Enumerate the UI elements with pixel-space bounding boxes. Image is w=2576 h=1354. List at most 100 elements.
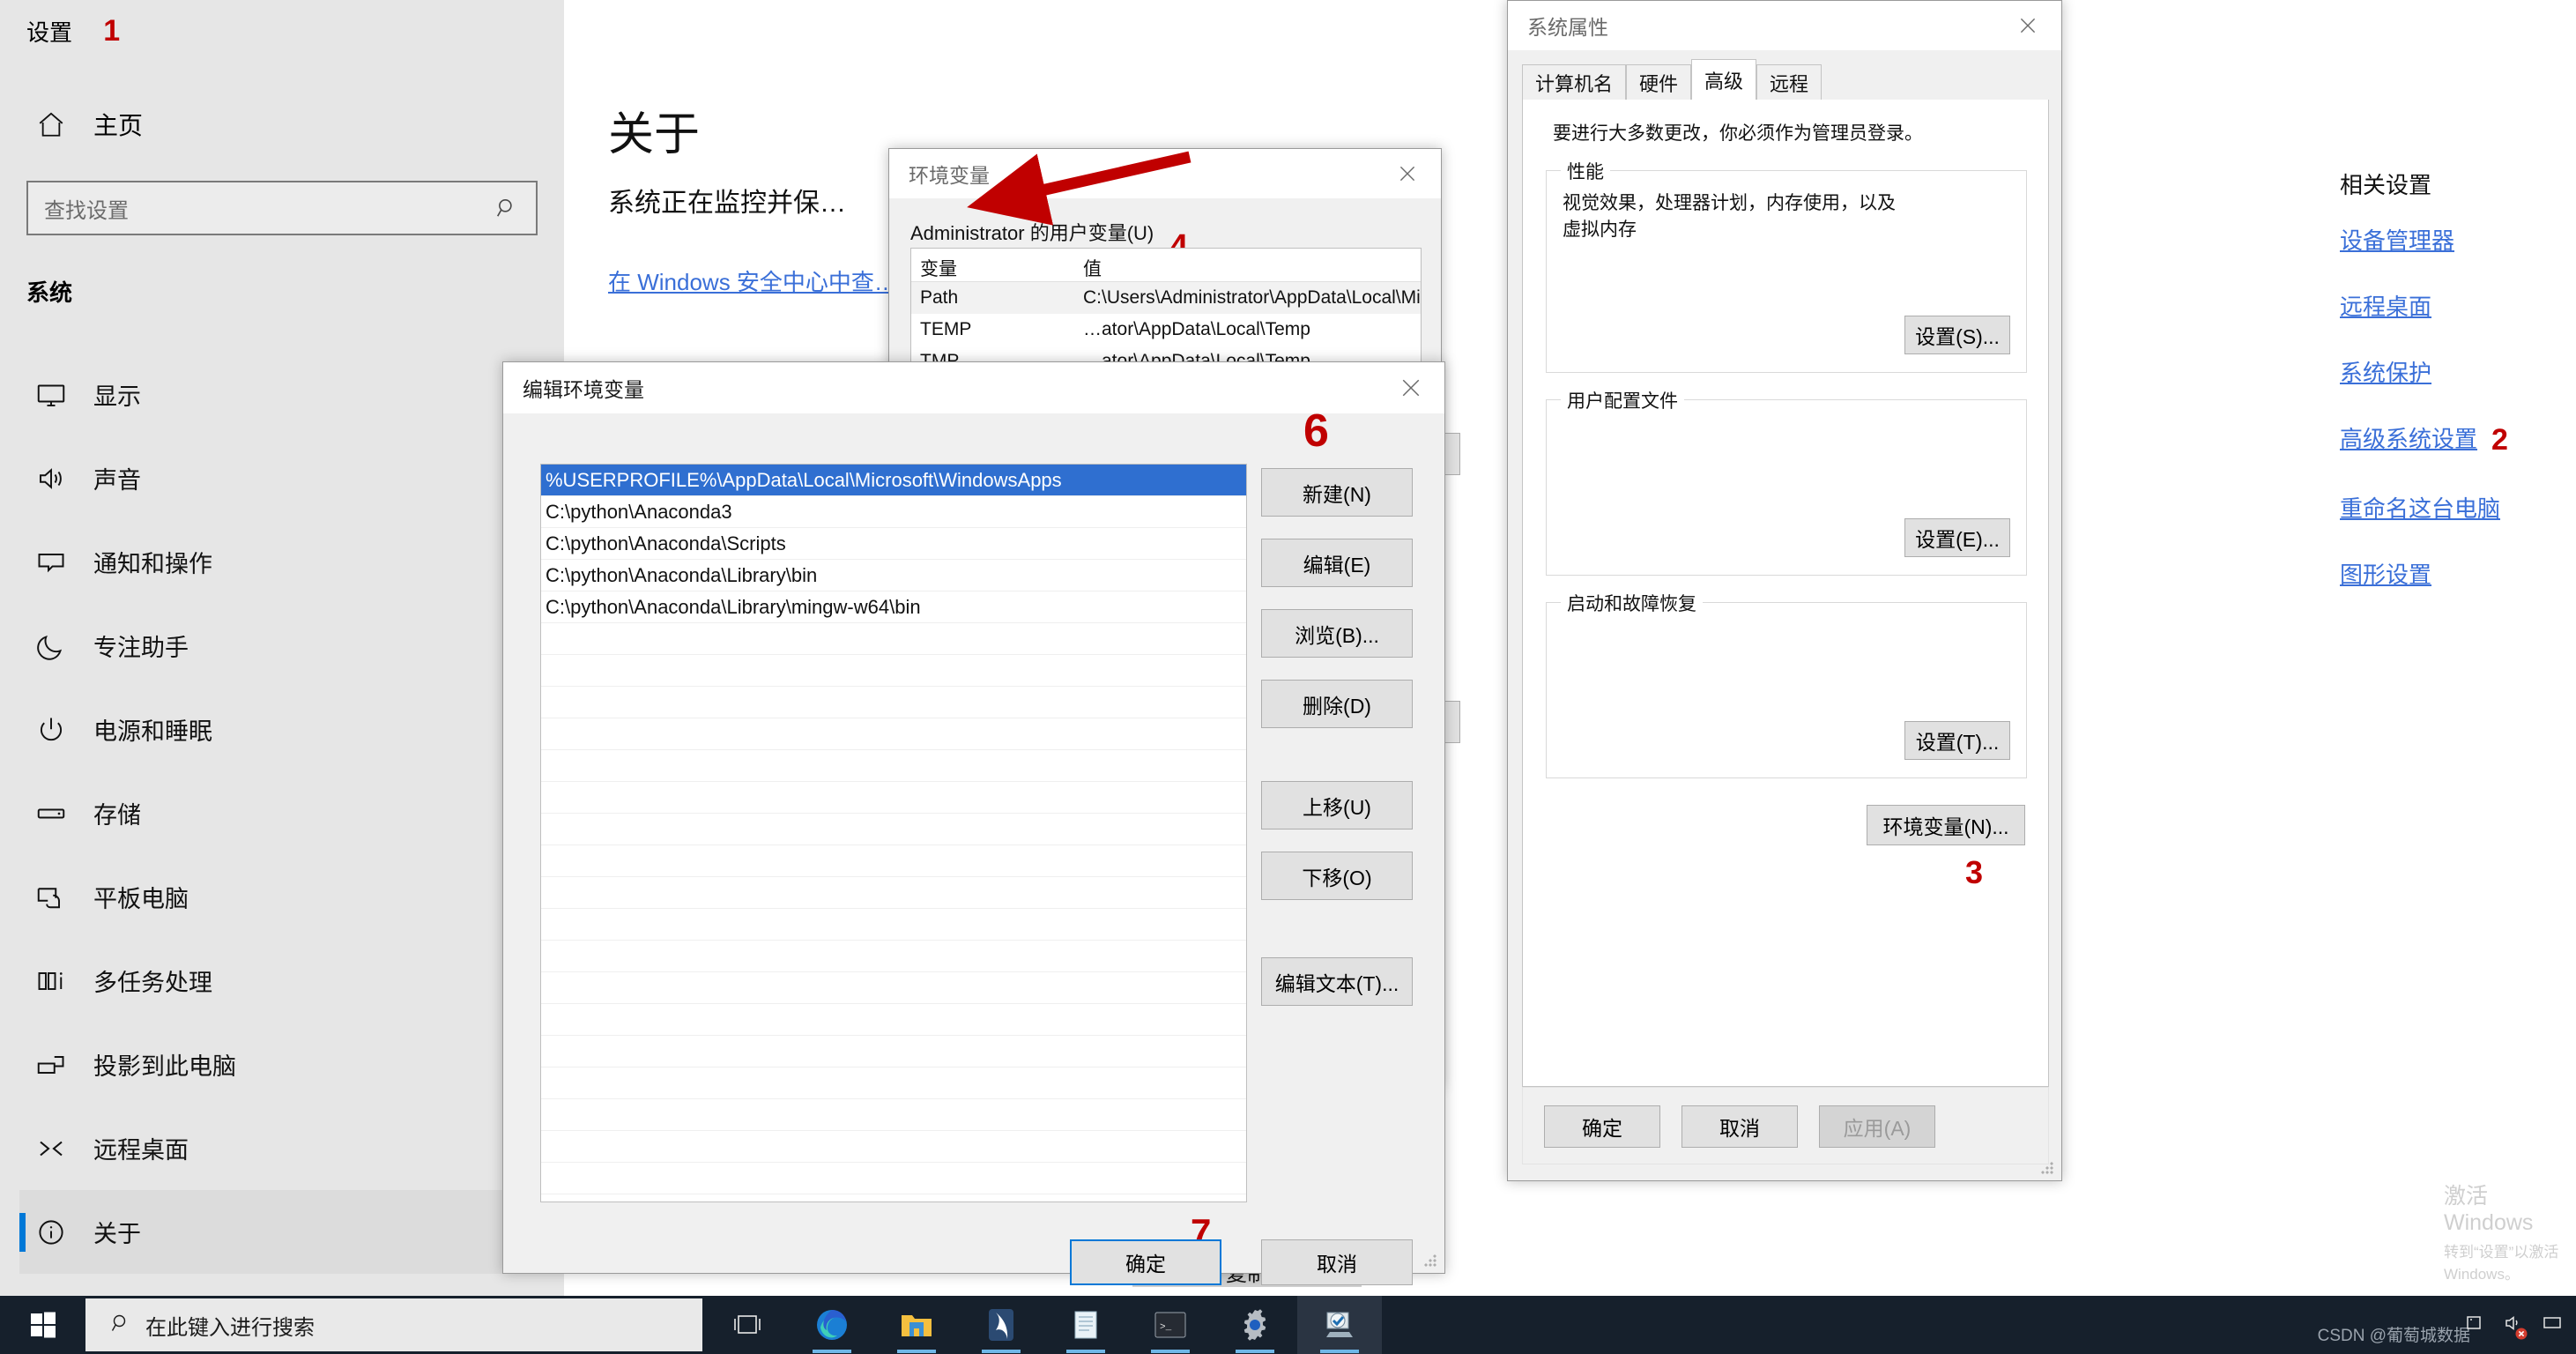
- sidebar-item-remote-desktop[interactable]: 远程桌面: [19, 1106, 548, 1190]
- list-item-empty[interactable]: [541, 1036, 1246, 1068]
- sidebar-item-sound[interactable]: 声音: [19, 436, 548, 520]
- path-entries-list[interactable]: %USERPROFILE%\AppData\Local\Microsoft\Wi…: [540, 464, 1247, 1202]
- search-input[interactable]: 查找设置: [26, 181, 538, 235]
- environment-variables-button[interactable]: 环境变量(N)...: [1867, 805, 2025, 845]
- sidebar-item-display[interactable]: 显示: [19, 353, 548, 436]
- tab-hardware[interactable]: 硬件: [1626, 64, 1692, 100]
- annotation-6: 6: [1303, 405, 1329, 457]
- list-item-empty[interactable]: [541, 782, 1246, 814]
- sidebar-item-about[interactable]: 关于: [19, 1190, 548, 1274]
- sidebar-item-multitasking[interactable]: 多任务处理: [19, 939, 548, 1023]
- list-item[interactable]: C:\python\Anaconda\Scripts: [541, 528, 1246, 560]
- action-center-icon[interactable]: [2541, 1312, 2564, 1339]
- delete-entry-button[interactable]: 删除(D): [1261, 680, 1413, 728]
- sidebar-item-focus-assist[interactable]: 专注助手: [19, 604, 548, 688]
- move-up-button[interactable]: 上移(U): [1261, 781, 1413, 830]
- tab-remote[interactable]: 远程: [1756, 64, 1823, 100]
- terminal-icon[interactable]: >_: [1128, 1296, 1213, 1354]
- admin-required-note: 要进行大多数更改，你必须作为管理员登录。: [1553, 123, 1923, 144]
- column-header-value: 值: [1083, 259, 1102, 279]
- table-row[interactable]: Path C:\Users\Administrator\AppData\Loca…: [911, 282, 1421, 314]
- network-icon[interactable]: [2463, 1312, 2486, 1339]
- list-item-empty[interactable]: [541, 1163, 1246, 1194]
- edit-env-ok-button[interactable]: 确定: [1070, 1239, 1221, 1285]
- task-view-icon[interactable]: [705, 1296, 790, 1354]
- new-entry-button[interactable]: 新建(N): [1261, 468, 1413, 517]
- sidebar-item-label: 显示: [93, 383, 141, 410]
- list-item-empty[interactable]: [541, 845, 1246, 877]
- sysprop-ok-button[interactable]: 确定: [1544, 1105, 1660, 1148]
- list-item-empty[interactable]: [541, 1099, 1246, 1131]
- sidebar-item-tablet[interactable]: 平板电脑: [19, 855, 548, 939]
- sidebar-item-home[interactable]: 主页: [19, 101, 143, 147]
- system-properties-advanced-panel: 要进行大多数更改，你必须作为管理员登录。 性能 视觉效果，处理器计划，内存使用，…: [1522, 100, 2049, 1087]
- volume-muted-icon[interactable]: [2502, 1312, 2528, 1339]
- tab-advanced[interactable]: 高级: [1691, 59, 1757, 100]
- list-item-empty[interactable]: [541, 718, 1246, 750]
- sysprop-apply-button[interactable]: 应用(A): [1819, 1105, 1935, 1148]
- anaconda-icon[interactable]: [959, 1296, 1043, 1354]
- edit-env-cancel-button[interactable]: 取消: [1261, 1239, 1413, 1285]
- sidebar-item-storage[interactable]: 存储: [19, 771, 548, 855]
- browse-entry-button[interactable]: 浏览(B)...: [1261, 609, 1413, 658]
- list-item[interactable]: %USERPROFILE%\AppData\Local\Microsoft\Wi…: [541, 465, 1246, 496]
- close-icon[interactable]: [1374, 149, 1441, 198]
- env-vars-titlebar[interactable]: 环境变量: [889, 149, 1441, 198]
- edge-icon[interactable]: [790, 1296, 874, 1354]
- file-explorer-icon[interactable]: [874, 1296, 959, 1354]
- close-icon[interactable]: [1377, 362, 1444, 413]
- list-item-empty[interactable]: [541, 1004, 1246, 1036]
- list-item[interactable]: C:\python\Anaconda\Library\mingw-w64\bin: [541, 591, 1246, 623]
- list-item-empty[interactable]: [541, 909, 1246, 941]
- close-icon[interactable]: [1994, 1, 2061, 50]
- related-link-remote-desktop[interactable]: 远程桌面: [2340, 289, 2576, 322]
- edit-environment-variable-window: 编辑环境变量 %USERPROFILE%\AppData\Local\Micro…: [502, 361, 1445, 1285]
- variable-value: …ator\AppData\Local\Temp: [1083, 319, 1310, 339]
- list-item-empty[interactable]: [541, 1068, 1246, 1099]
- related-link-label: 系统保护: [2340, 360, 2432, 386]
- sidebar-item-power-sleep[interactable]: 电源和睡眠: [19, 688, 548, 771]
- list-item[interactable]: C:\python\Anaconda3: [541, 496, 1246, 528]
- related-link-rename-pc[interactable]: 重命名这台电脑: [2340, 491, 2576, 524]
- related-link-device-manager[interactable]: 设备管理器: [2340, 223, 2576, 256]
- system-properties-titlebar[interactable]: 系统属性: [1508, 1, 2061, 50]
- performance-settings-button[interactable]: 设置(S)...: [1904, 316, 2010, 354]
- user-profiles-settings-button[interactable]: 设置(E)...: [1904, 518, 2010, 557]
- sidebar-item-notifications[interactable]: 通知和操作: [19, 520, 548, 604]
- edit-entry-button[interactable]: 编辑(E): [1261, 539, 1413, 587]
- sidebar-item-projecting[interactable]: 投影到此电脑: [19, 1023, 548, 1106]
- list-item-empty[interactable]: [541, 877, 1246, 909]
- related-link-graphics-settings[interactable]: 图形设置: [2340, 557, 2576, 590]
- startup-recovery-settings-button[interactable]: 设置(T)...: [1904, 721, 2010, 760]
- sidebar-nav-list: 显示 声音 通知和操作 专注助手 电源和睡眠 存储 平板电脑 多任务处理 投影到…: [19, 353, 548, 1274]
- settings-gear-icon[interactable]: [1213, 1296, 1297, 1354]
- list-item-empty[interactable]: [541, 687, 1246, 718]
- list-item-empty[interactable]: [541, 1131, 1246, 1163]
- list-item-empty[interactable]: [541, 750, 1246, 782]
- tab-computer-name[interactable]: 计算机名: [1522, 64, 1627, 100]
- list-item-empty[interactable]: [541, 655, 1246, 687]
- sysprop-cancel-button[interactable]: 取消: [1681, 1105, 1798, 1148]
- move-down-button[interactable]: 下移(O): [1261, 852, 1413, 900]
- taskbar-search-input[interactable]: 在此键入进行搜索: [85, 1298, 702, 1351]
- resize-grip-icon[interactable]: [1423, 1254, 1437, 1268]
- notepad-icon[interactable]: [1043, 1296, 1128, 1354]
- edit-text-button[interactable]: 编辑文本(T)...: [1261, 957, 1413, 1006]
- related-link-label: 高级系统设置: [2340, 426, 2478, 452]
- list-item-empty[interactable]: [541, 941, 1246, 972]
- list-item-empty[interactable]: [541, 814, 1246, 845]
- system-tray: [2463, 1296, 2576, 1354]
- start-button[interactable]: [0, 1296, 85, 1354]
- about-subtitle: 系统正在监控并保…: [608, 189, 846, 218]
- table-row[interactable]: TEMP …ator\AppData\Local\Temp: [911, 314, 1421, 346]
- control-panel-icon[interactable]: [1297, 1296, 1382, 1354]
- list-item-empty[interactable]: [541, 623, 1246, 655]
- list-item[interactable]: C:\python\Anaconda\Library\bin: [541, 560, 1246, 591]
- home-icon: [32, 105, 71, 144]
- resize-grip-icon[interactable]: [2040, 1161, 2054, 1175]
- related-link-system-protection[interactable]: 系统保护: [2340, 355, 2576, 388]
- performance-group-legend: 性能: [1561, 158, 1610, 184]
- list-item-empty[interactable]: [541, 972, 1246, 1004]
- windows-security-link[interactable]: 在 Windows 安全中心中查…: [608, 264, 897, 297]
- related-link-advanced-system-settings[interactable]: 高级系统设置 2: [2340, 421, 2576, 458]
